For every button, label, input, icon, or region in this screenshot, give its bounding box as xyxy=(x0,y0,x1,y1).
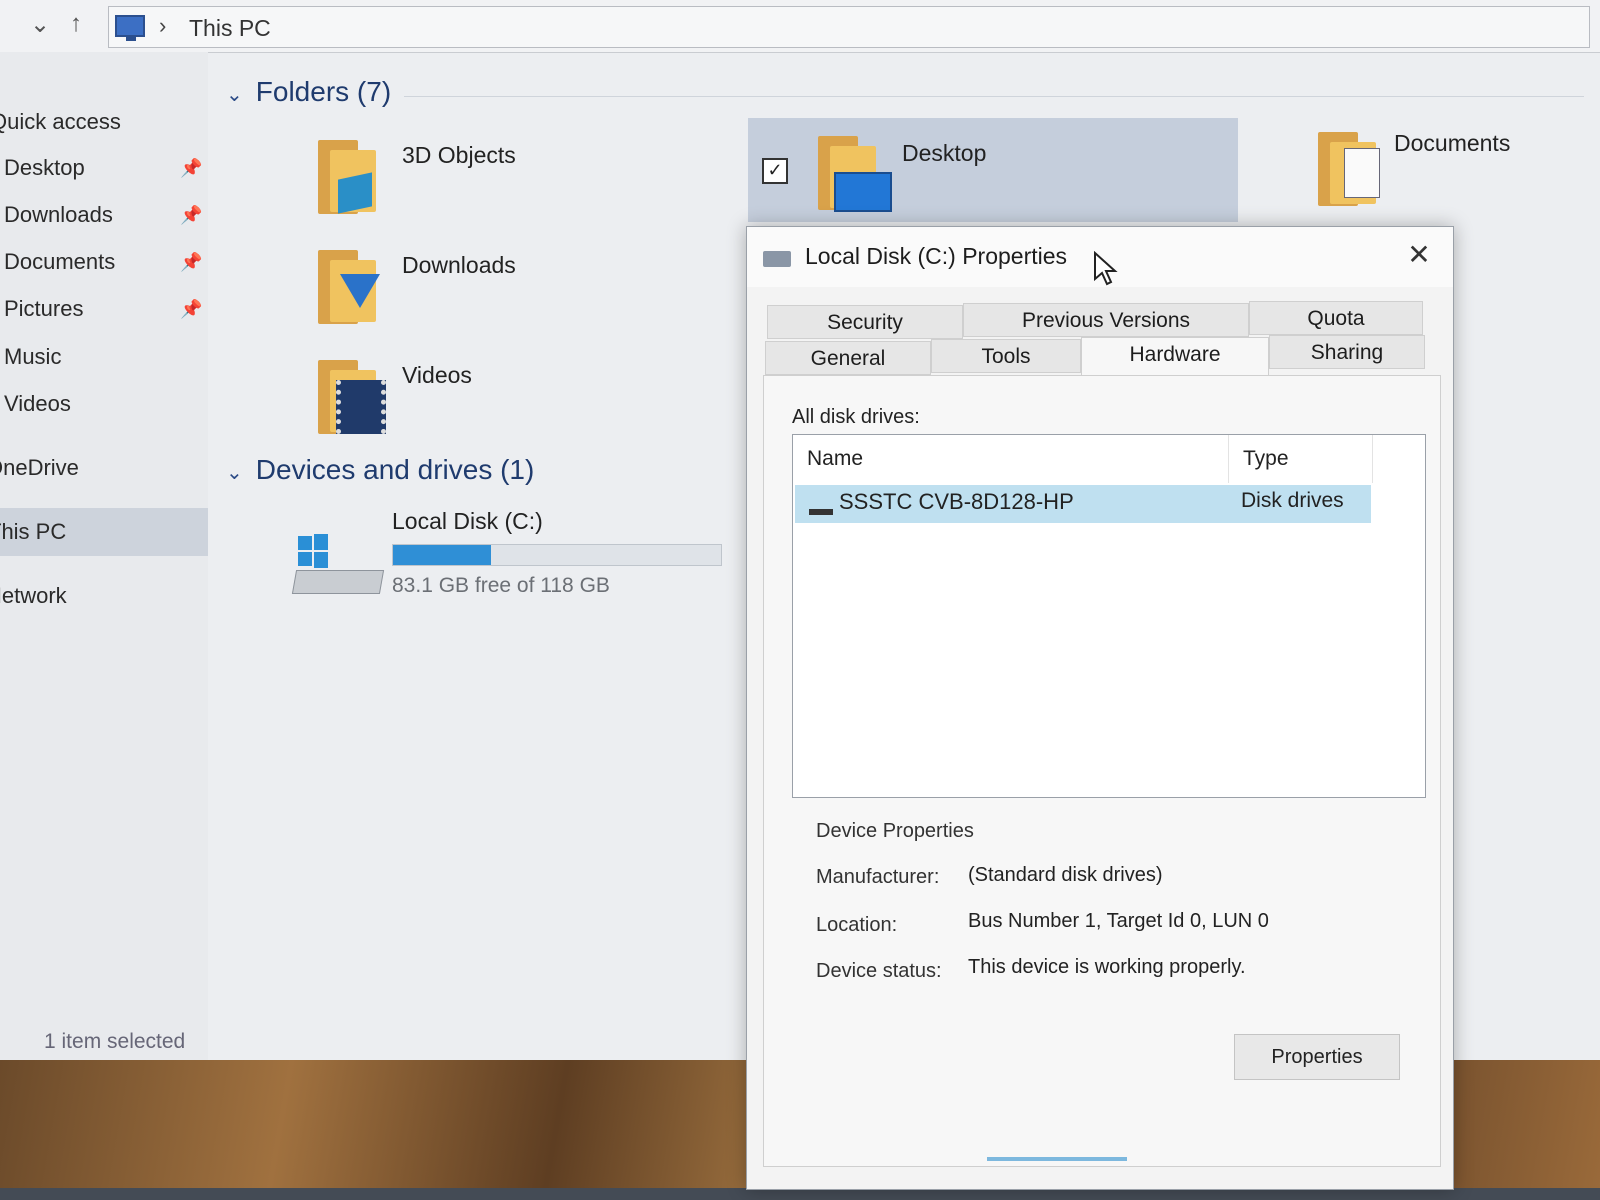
disk-drives-list[interactable]: Name Type SSSTC CVB-8D128-HP Disk drives xyxy=(792,434,1426,798)
this-pc-icon xyxy=(115,15,145,41)
address-toolbar: ⌄ ↑ › This PC xyxy=(0,0,1600,53)
sidebar-item-label: Videos xyxy=(4,391,71,416)
sidebar-item-music[interactable]: Music xyxy=(0,337,208,377)
status-bar-text: 1 item selected xyxy=(44,1030,186,1053)
pin-icon: 📌 xyxy=(180,205,203,225)
disk-drive-icon xyxy=(809,509,833,515)
close-icon[interactable]: ✕ xyxy=(1399,237,1439,273)
drive-usage-fill xyxy=(393,545,492,565)
manufacturer-value: (Standard disk drives) xyxy=(968,864,1163,886)
folder-downloads[interactable]: Downloads xyxy=(310,246,630,346)
breadcrumb-this-pc[interactable]: This PC xyxy=(189,15,271,42)
device-status-label: Device status: xyxy=(816,960,942,982)
tab-hardware[interactable]: Hardware xyxy=(1081,337,1269,375)
all-disk-drives-label: All disk drives: xyxy=(792,406,920,428)
sidebar-item-documents[interactable]: Documents 📌 xyxy=(0,242,208,282)
folders-group-title: Folders (7) xyxy=(255,76,392,107)
downloads-folder-icon xyxy=(310,246,382,326)
folder-videos[interactable]: Videos xyxy=(310,356,630,456)
drive-type: Disk drives xyxy=(1241,489,1344,512)
sidebar-item-label: Music xyxy=(4,344,62,369)
group-divider xyxy=(404,96,1584,97)
column-header-type[interactable]: Type xyxy=(1229,435,1373,483)
location-label: Location: xyxy=(816,914,898,936)
drive-usage-bar xyxy=(392,544,722,566)
up-arrow-icon[interactable]: ↑ xyxy=(70,10,82,38)
address-bar[interactable]: › This PC xyxy=(108,6,1590,48)
folder-label: Documents xyxy=(1394,130,1511,156)
folder-desktop[interactable]: ✓ Desktop xyxy=(748,118,1238,222)
mouse-pointer-icon xyxy=(1094,251,1118,286)
folder-label: Desktop xyxy=(902,140,987,166)
pin-icon: 📌 xyxy=(180,299,203,319)
recent-locations-chevron-icon[interactable]: ⌄ xyxy=(30,10,50,39)
sidebar-item-label: Network xyxy=(0,583,67,608)
sidebar-item-network[interactable]: Network xyxy=(0,576,208,616)
folder-documents[interactable]: Documents xyxy=(1310,128,1600,228)
desktop-folder-icon xyxy=(810,132,892,212)
hard-disk-icon xyxy=(291,534,385,594)
drive-local-disk-c[interactable]: Local Disk (C:) 83.1 GB free of 118 GB xyxy=(291,502,732,612)
dialog-titlebar[interactable]: Local Disk (C:) Properties ✕ xyxy=(747,227,1453,287)
folder-3d-objects[interactable]: 3D Objects xyxy=(310,136,630,236)
sidebar-item-label: This PC xyxy=(0,519,67,544)
sidebar-item-quick-access[interactable]: Quick access xyxy=(0,102,208,142)
sidebar-item-label: Pictures xyxy=(4,296,84,321)
device-properties-title: Device Properties xyxy=(816,820,974,842)
navigation-pane: Quick access Desktop 📌 Downloads 📌 Docum… xyxy=(0,52,208,1060)
tab-general[interactable]: General xyxy=(765,341,931,375)
sidebar-item-desktop[interactable]: Desktop 📌 xyxy=(0,148,208,188)
sidebar-item-onedrive[interactable]: OneDrive xyxy=(0,448,208,488)
drive-model-name: SSSTC CVB-8D128-HP xyxy=(839,489,1074,514)
tab-security[interactable]: Security xyxy=(767,305,963,339)
documents-folder-icon xyxy=(1310,128,1382,208)
selection-checkbox[interactable]: ✓ xyxy=(762,158,788,184)
tab-sharing[interactable]: Sharing xyxy=(1269,335,1425,369)
folder-label: Downloads xyxy=(402,252,516,278)
list-item[interactable]: SSSTC CVB-8D128-HP Disk drives xyxy=(795,485,1371,523)
sidebar-item-downloads[interactable]: Downloads 📌 xyxy=(0,195,208,235)
dialog-focus-indicator xyxy=(987,1157,1127,1161)
sidebar-item-label: OneDrive xyxy=(0,455,79,480)
sidebar-item-label: Documents xyxy=(4,249,116,274)
videos-folder-icon xyxy=(310,356,386,436)
folder-label: Videos xyxy=(402,362,472,388)
pin-icon: 📌 xyxy=(180,158,203,178)
tab-tools[interactable]: Tools xyxy=(931,339,1081,373)
drive-icon xyxy=(763,251,791,267)
sidebar-item-videos[interactable]: Videos xyxy=(0,384,208,424)
column-header-name[interactable]: Name xyxy=(793,435,1229,483)
folder-label: 3D Objects xyxy=(402,142,516,168)
sidebar-item-label: Desktop xyxy=(4,155,85,180)
tab-previous-versions[interactable]: Previous Versions xyxy=(963,303,1249,337)
dialog-title: Local Disk (C:) Properties xyxy=(805,243,1068,269)
properties-dialog: Local Disk (C:) Properties ✕ Security Pr… xyxy=(746,226,1454,1190)
folders-group-header[interactable]: ⌄ Folders (7) xyxy=(226,76,391,108)
devices-group-header[interactable]: ⌄ Devices and drives (1) xyxy=(226,454,534,486)
pin-icon: 📌 xyxy=(180,252,203,272)
drive-label: Local Disk (C:) xyxy=(392,508,543,534)
sidebar-item-this-pc[interactable]: This PC xyxy=(0,508,208,556)
sidebar-item-pictures[interactable]: Pictures 📌 xyxy=(0,289,208,329)
drive-free-space: 83.1 GB free of 118 GB xyxy=(392,574,610,597)
3d-objects-icon xyxy=(310,136,382,216)
tab-quota[interactable]: Quota xyxy=(1249,301,1423,335)
location-value: Bus Number 1, Target Id 0, LUN 0 xyxy=(968,910,1269,932)
properties-button[interactable]: Properties xyxy=(1234,1034,1400,1080)
sidebar-item-label: Downloads xyxy=(4,202,113,227)
manufacturer-label: Manufacturer: xyxy=(816,866,940,888)
device-status-value: This device is working properly. xyxy=(968,956,1246,978)
hardware-tab-panel: All disk drives: Name Type SSSTC CVB-8D1… xyxy=(763,375,1441,1167)
sidebar-item-label: Quick access xyxy=(0,109,121,134)
chevron-down-icon: ⌄ xyxy=(226,462,243,484)
breadcrumb-chevron-icon[interactable]: › xyxy=(159,13,166,39)
devices-group-title: Devices and drives (1) xyxy=(255,454,535,485)
chevron-down-icon: ⌄ xyxy=(226,84,243,106)
